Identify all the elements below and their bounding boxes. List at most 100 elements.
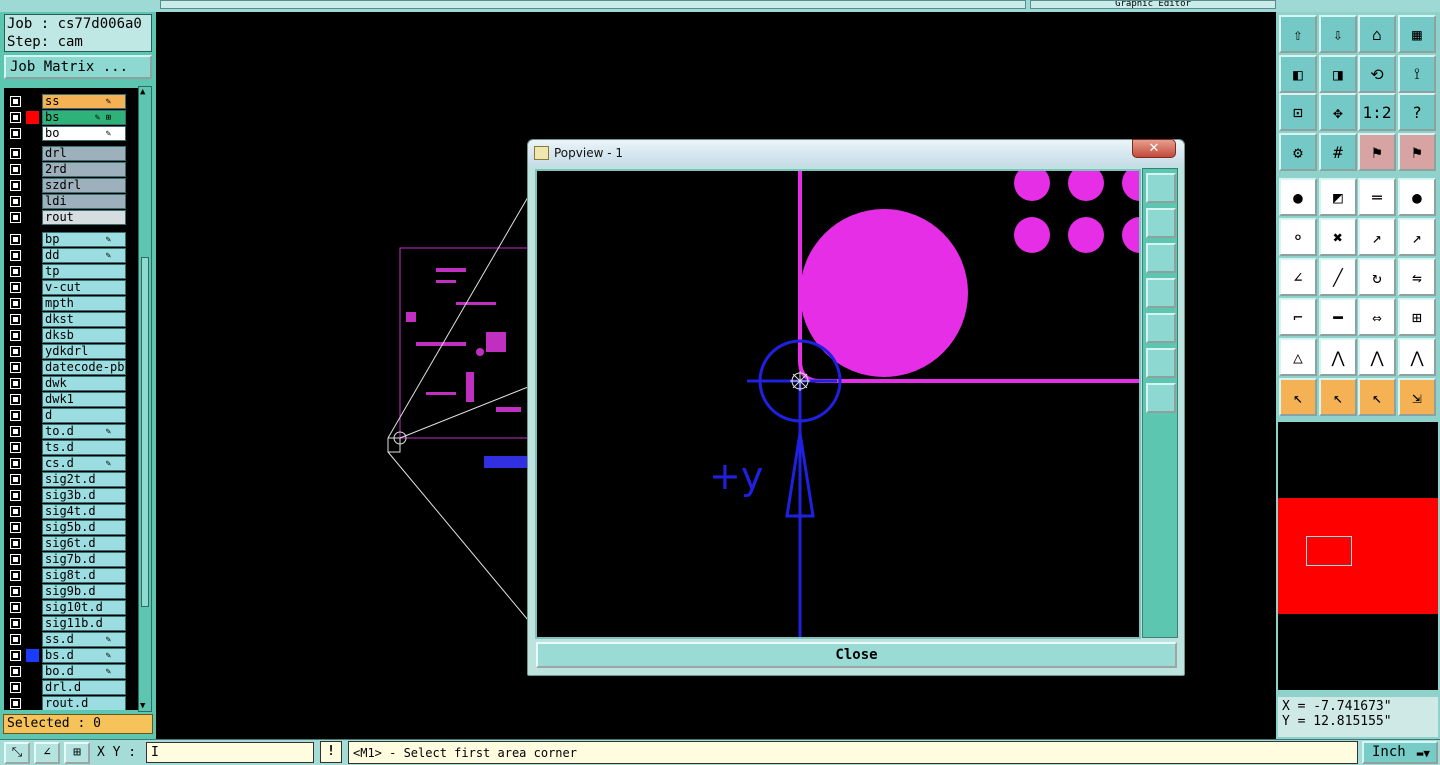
layer-name[interactable]: sig5b.d — [42, 520, 126, 535]
dot-icon[interactable]: ● — [1398, 178, 1436, 216]
layer-checkbox[interactable] — [10, 234, 21, 245]
select-box-icon[interactable]: ↖ — [1319, 378, 1357, 416]
layer-checkbox[interactable] — [10, 570, 21, 581]
layer-name[interactable]: sig8t.d — [42, 568, 126, 583]
layer-row[interactable]: dkst — [4, 312, 138, 327]
popview-canvas[interactable]: +y — [535, 169, 1141, 639]
layer-row[interactable]: sig10t.d — [4, 600, 138, 615]
layer-checkbox[interactable] — [10, 346, 21, 357]
layer-color-swatch[interactable] — [26, 505, 39, 518]
layer-color-swatch[interactable] — [26, 147, 39, 160]
layer-name[interactable]: dkst — [42, 312, 126, 327]
layer-name[interactable]: dwk — [42, 376, 126, 391]
layer-checkbox[interactable] — [10, 180, 21, 191]
layer-name[interactable]: ss ✎ — [42, 94, 126, 109]
scale-1-2-icon[interactable]: 1:2 — [1358, 93, 1396, 131]
layer-row[interactable]: ldi — [4, 194, 138, 209]
fit-icon[interactable] — [1146, 348, 1176, 378]
pan-left-icon[interactable]: ◧ — [1279, 55, 1317, 93]
measure-icon[interactable]: ◩ — [1319, 178, 1357, 216]
net-icon[interactable]: ⚬ — [1279, 218, 1317, 256]
layer-checkbox[interactable] — [10, 96, 21, 107]
layer-color-swatch[interactable] — [26, 601, 39, 614]
layer-checkbox[interactable] — [10, 112, 21, 123]
layer-checkbox[interactable] — [10, 128, 21, 139]
layer-color-swatch[interactable] — [26, 111, 39, 124]
layer-checkbox[interactable] — [10, 426, 21, 437]
layer-row[interactable]: sig7b.d — [4, 552, 138, 567]
select-net-icon[interactable]: ⇲ — [1398, 378, 1436, 416]
grid-window-icon[interactable]: ▦ — [1398, 15, 1436, 53]
layer-color-swatch[interactable] — [26, 681, 39, 694]
layer-checkbox[interactable] — [10, 618, 21, 629]
layer-row[interactable]: bs ✎ ⊞ — [4, 110, 138, 125]
layer-checkbox[interactable] — [10, 666, 21, 677]
rotate-icon[interactable]: ↻ — [1358, 258, 1396, 296]
layer-color-swatch[interactable] — [26, 265, 39, 278]
layer-checkbox[interactable] — [10, 586, 21, 597]
layer-row[interactable]: rout — [4, 210, 138, 225]
layer-row[interactable]: dwk — [4, 376, 138, 391]
layer-color-swatch[interactable] — [26, 489, 39, 502]
layer-row[interactable]: ts.d — [4, 440, 138, 455]
layer-name[interactable]: 2rd — [42, 162, 126, 177]
grid-icon[interactable]: # — [1319, 133, 1357, 171]
overview-map[interactable] — [1278, 422, 1438, 690]
layer-color-swatch[interactable] — [26, 127, 39, 140]
layer-checkbox[interactable] — [10, 410, 21, 421]
scroll-up-icon[interactable]: ▲ — [140, 87, 145, 97]
triangle-icon[interactable]: △ — [1279, 338, 1317, 376]
layer-list[interactable]: ss ✎ bs ✎ ⊞ bo ✎ drl 2rd szdrl ldi rout bp ✎ dd ✎ tp v-c… — [4, 88, 138, 710]
layer-checkbox[interactable] — [10, 682, 21, 693]
layer-name[interactable]: cs.d ✎ — [42, 456, 126, 471]
layer-name[interactable]: ydkdrl — [42, 344, 126, 359]
layer-checkbox[interactable] — [10, 196, 21, 207]
warning-icon[interactable]: ! — [320, 741, 342, 763]
pan-right-icon[interactable]: ◨ — [1319, 55, 1357, 93]
layer-name[interactable]: d — [42, 408, 126, 423]
mirror-icon[interactable]: ⇋ — [1398, 258, 1436, 296]
layer-name[interactable]: ss.d ✎ — [42, 632, 126, 647]
layer-color-swatch[interactable] — [26, 473, 39, 486]
layer-row[interactable]: sig11b.d — [4, 616, 138, 631]
layer-color-swatch[interactable] — [26, 521, 39, 534]
layer-row[interactable]: v-cut — [4, 280, 138, 295]
layer-name[interactable]: datecode-pbe — [42, 360, 126, 375]
layer-row[interactable]: dwk1 — [4, 392, 138, 407]
layer-color-swatch[interactable] — [26, 377, 39, 390]
layer-color-swatch[interactable] — [26, 233, 39, 246]
layer-checkbox[interactable] — [10, 538, 21, 549]
layer-name[interactable]: dd ✎ — [42, 248, 126, 263]
layer-color-swatch[interactable] — [26, 585, 39, 598]
layer-checkbox[interactable] — [10, 442, 21, 453]
layer-name[interactable]: bp ✎ — [42, 232, 126, 247]
layer-row[interactable]: sig8t.d — [4, 568, 138, 583]
layer-checkbox[interactable] — [10, 330, 21, 341]
layer-red-icon[interactable]: ⚑ — [1358, 133, 1396, 171]
center-icon[interactable] — [1146, 383, 1176, 413]
layer-color-swatch[interactable] — [26, 313, 39, 326]
help-icon[interactable]: ? — [1398, 93, 1436, 131]
layer-row[interactable]: sig6t.d — [4, 536, 138, 551]
layer-color-swatch[interactable] — [26, 329, 39, 342]
swap-icon[interactable]: ⟟ — [1398, 55, 1436, 93]
layer-color-swatch[interactable] — [26, 361, 39, 374]
layer-name[interactable]: sig7b.d — [42, 552, 126, 567]
layer-checkbox[interactable] — [10, 490, 21, 501]
layer-name[interactable]: sig11b.d — [42, 616, 126, 631]
layer-name[interactable]: sig6t.d — [42, 536, 126, 551]
layer-checkbox[interactable] — [10, 506, 21, 517]
arch-icon[interactable]: ⋀ — [1358, 338, 1396, 376]
layer-list-scrollbar[interactable]: ▲ ▼ — [138, 86, 152, 712]
layer-row[interactable]: ydkdrl — [4, 344, 138, 359]
layer-checkbox[interactable] — [10, 282, 21, 293]
layer-color-swatch[interactable] — [26, 665, 39, 678]
layer-name[interactable]: drl.d — [42, 680, 126, 695]
layer-color-swatch[interactable] — [26, 345, 39, 358]
layer-name[interactable]: to.d ✎ — [42, 424, 126, 439]
layer-name[interactable]: bs.d ✎ — [42, 648, 126, 663]
snap-icon[interactable]: ⌐ — [1279, 298, 1317, 336]
point-add-icon[interactable]: ↗ — [1358, 218, 1396, 256]
layer-name[interactable]: sig2t.d — [42, 472, 126, 487]
layer-checkbox[interactable] — [10, 164, 21, 175]
